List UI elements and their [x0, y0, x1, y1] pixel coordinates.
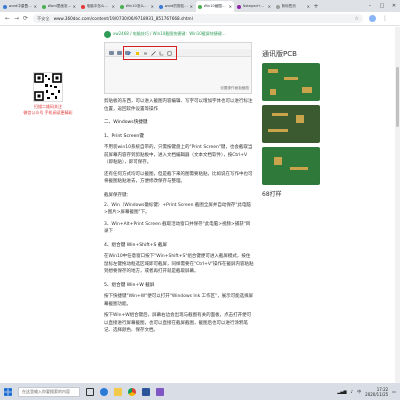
- favicon-icon: [120, 4, 124, 9]
- tab-4[interactable]: word的剪贴板... ✕: [157, 1, 195, 12]
- author-avatar: [104, 30, 111, 38]
- tab-close-icon[interactable]: ✕: [151, 4, 154, 9]
- minimize-button[interactable]: –: [364, 0, 376, 12]
- web-page: 扫描二维码关注 微信公众号 手机阅读更精彩 xw2468 / 电脑技巧 / Wi…: [0, 27, 400, 383]
- tab-2[interactable]: 电脑中怎么截图...✕: [79, 1, 117, 12]
- highlighter-icon: [136, 51, 139, 55]
- article-screenshot: 设置操作面板截图: [104, 42, 252, 94]
- tab-5[interactable]: Win10截图快捷键...✕: [196, 1, 234, 12]
- forward-button[interactable]: →: [12, 15, 21, 22]
- highlight-box: [123, 46, 177, 60]
- paragraph: 不用装win10系统自带的，只需按键盘上的"Print Screen"键，也会截…: [104, 145, 253, 165]
- favicon-icon: [198, 4, 202, 9]
- edge-icon[interactable]: [100, 387, 108, 396]
- tab-strip: word中重叠图案的...✕ Word里面怎么画...✕ 电脑中怎么截图...✕…: [0, 0, 400, 12]
- favicon-icon: [42, 4, 46, 9]
- system-tray: ▂▄▆ ♪ 中 17:22 2020/11/25 ▭: [337, 387, 400, 397]
- windows-start-icon[interactable]: [4, 387, 12, 396]
- qr-code-icon: [34, 73, 62, 101]
- taskbar-search-input[interactable]: 在这里输入你要搜索的内容: [18, 386, 80, 397]
- notification-icon[interactable]: ▭: [392, 389, 396, 394]
- doc-header: xw2468 / 电脑技巧 / Win10截图快捷键：Win10截屏快捷键...: [104, 29, 254, 39]
- tab-6[interactable]: Notepad++ 显示...✕: [235, 1, 273, 12]
- favicon-icon: [276, 4, 280, 9]
- back-button[interactable]: ←: [3, 15, 12, 22]
- tab-close-icon[interactable]: ✕: [229, 4, 232, 9]
- file-explorer-icon[interactable]: [114, 387, 122, 396]
- section-subheading: 5、组合键 Win+W 截屏: [104, 282, 155, 288]
- section-subheading: 4、组合键 Win+Shift+S 截屏: [104, 242, 168, 248]
- save-icon: [167, 51, 172, 55]
- ad-subtitle[interactable]: 68打样: [262, 189, 322, 198]
- tab-3[interactable]: Win10怎么截屏...✕: [118, 1, 156, 12]
- tab-1[interactable]: Word里面怎么画...✕: [40, 1, 78, 12]
- scrollbar-thumb[interactable]: [396, 67, 399, 127]
- tab-0[interactable]: word中重叠图案的...✕: [1, 1, 39, 12]
- close-window-button[interactable]: ✕: [388, 0, 400, 12]
- paragraph: 还有任何方式均可以截图，但是截下来的图需要粘贴，比如说在写作中也可将截图粘贴进去…: [104, 171, 253, 185]
- article: xw2468 / 电脑技巧 / Win10截图快捷键：Win10截屏快捷键...…: [104, 27, 254, 335]
- tab-close-icon[interactable]: ✕: [268, 4, 271, 9]
- app-icon[interactable]: [156, 387, 164, 396]
- pen-icon: [127, 51, 132, 55]
- qr-code: [33, 72, 63, 102]
- menu-icon[interactable]: ⋮: [382, 15, 388, 22]
- security-indicator[interactable]: 不安全: [37, 16, 50, 22]
- toolbar-icon: [109, 50, 114, 55]
- paragraph: 3、Win+Alt+Print Screen 截取活动窗口并保存"此电脑>视频>…: [104, 221, 251, 235]
- url-text[interactable]: www.360doc.com/content/19/0730/06/971893…: [54, 16, 193, 21]
- section-subheading: 1、Print Screen键: [104, 133, 144, 139]
- screenshot-caption: 设置操作面板截图: [220, 86, 249, 90]
- input-language[interactable]: 中: [357, 389, 361, 395]
- paragraph: 按下快捷键"Win+W"便可以打开"Windows Ink 工作区"，展示可能选…: [104, 294, 254, 307]
- browser-toolbar: ← → ⟳ 不安全 www.360doc.com/content/19/0730…: [0, 12, 400, 26]
- page-scrollbar[interactable]: [395, 27, 400, 383]
- favicon-icon: [3, 4, 7, 9]
- ad-title[interactable]: 通讯版PCB: [262, 49, 322, 59]
- tab-close-icon[interactable]: ✕: [112, 4, 115, 9]
- qr-caption: 扫描二维码关注 微信公众号 手机阅读更精彩: [23, 104, 73, 115]
- clock-date: 2020/11/25: [365, 391, 389, 397]
- ad-panel[interactable]: 通讯版PCB 68打样: [262, 49, 322, 198]
- favicon-icon: [81, 4, 85, 9]
- paragraph: 在Win10中任意窗口按下"Win+Shift+S"组合键便可进入截屏模式，按住…: [104, 254, 254, 274]
- eraser-icon: [144, 52, 147, 54]
- tab-close-icon[interactable]: ✕: [307, 4, 310, 9]
- pcb-image: [262, 105, 320, 143]
- taskbar: 在这里输入你要搜索的内容 ▂▄▆ ♪ 中 17:22 2020/11/25 ▭: [0, 383, 400, 400]
- crop-icon: [159, 51, 164, 55]
- chrome-icon[interactable]: [128, 387, 136, 396]
- new-tab-button[interactable]: +: [312, 3, 320, 10]
- maximize-button[interactable]: □: [376, 0, 388, 12]
- paragraph: 按下Win+W组合键后，屏幕右边会出现与截图有关的面板，点击打开便可以直接进行屏…: [104, 313, 252, 333]
- ruler-icon: [151, 50, 156, 56]
- paragraph: 2、Win（Windows徽标键）+Print Screen 截图全屏并自动保存…: [104, 202, 251, 216]
- doc-source-link[interactable]: xw2468 / 电脑技巧 / Win10截图快捷键：Win10截屏快捷键...: [113, 31, 226, 37]
- word-icon[interactable]: [142, 387, 150, 396]
- paragraph: 截屏保存键：: [104, 192, 131, 198]
- pcb-image: [262, 147, 320, 185]
- favicon-icon: [237, 4, 241, 9]
- profile-avatar[interactable]: [369, 15, 376, 22]
- tab-close-icon[interactable]: ✕: [73, 4, 76, 9]
- section-heading: 二、Windows快捷键: [104, 120, 148, 125]
- bookmark-star-icon[interactable]: ☆: [355, 16, 359, 22]
- window-controls: – □ ✕: [364, 0, 400, 12]
- tab-7[interactable]: 新标签页 ✕: [274, 1, 312, 12]
- tab-close-icon[interactable]: ✕: [190, 4, 193, 9]
- volume-icon[interactable]: ♪: [351, 389, 354, 394]
- task-view-icon[interactable]: [86, 387, 94, 396]
- address-bar[interactable]: 不安全 www.360doc.com/content/19/0730/06/97…: [33, 14, 363, 23]
- pcb-image: [262, 63, 320, 101]
- network-icon[interactable]: ▂▄▆: [337, 389, 346, 394]
- toolbar-icon: [117, 50, 122, 55]
- clock[interactable]: 17:22 2020/11/25: [365, 387, 388, 397]
- paragraph: 剪贴板的东西，可以进入截图内容编辑、写字可以增加字体也可以进行标注位置，返回软件…: [104, 99, 253, 112]
- reload-button[interactable]: ⟳: [21, 15, 30, 22]
- tab-close-icon[interactable]: ✕: [34, 4, 37, 9]
- favicon-icon: [159, 4, 163, 9]
